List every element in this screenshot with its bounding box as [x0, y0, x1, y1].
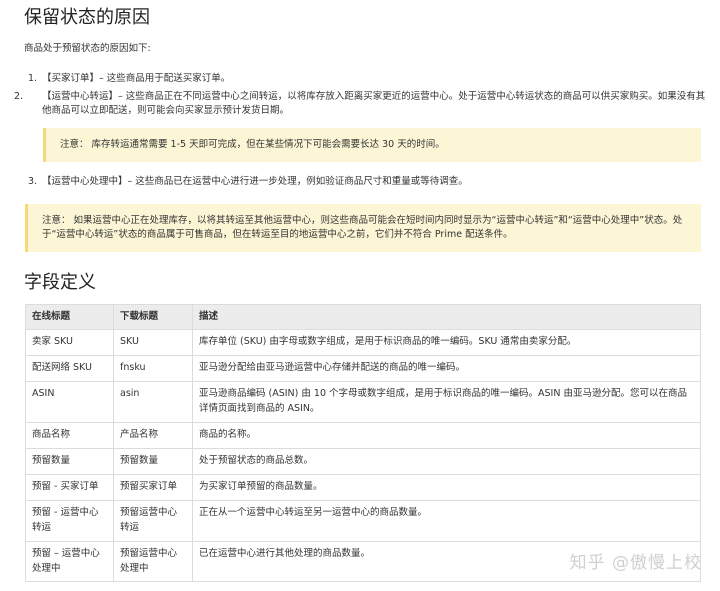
field-definition-table: 在线标题 下载标题 描述 卖家 SKU SKU 库存单位 (SKU) 由字母或数…	[25, 303, 701, 582]
table-cell: 亚马逊分配给由亚马逊运营中心存储并配送的商品的唯一编码。	[192, 355, 701, 383]
watermark: 知乎 @傲慢上校	[569, 553, 702, 573]
table-cell: 预留运营中心处理中	[113, 541, 193, 582]
table-cell: 为买家订单预留的商品数量。	[192, 474, 701, 502]
table-cell: 配送网络 SKU	[25, 355, 114, 383]
column-header: 描述	[192, 303, 701, 331]
list-item: 3. 【运营中心处理中】– 这些商品已在运营中心进行进一步处理，例如验证商品尺寸和…	[28, 175, 708, 189]
note-text: 注意： 库存转运通常需要 1-5 天即可完成，但在某些情况下可能会需要长达 30…	[60, 139, 445, 151]
table-cell: 预留数量	[113, 448, 193, 476]
list-item: 2. 【运营中心转运】– 这些商品正在不同运营中心之间转运，以将库存放入距离买家更…	[14, 90, 708, 118]
note-text: 注意： 如果运营中心正在处理库存，以将其转运至其他运营中心，则这些商品可能会在短…	[42, 215, 683, 240]
table-cell: asin	[113, 381, 193, 424]
table-cell: 预留 - 运营中心转运	[25, 500, 114, 543]
table-cell: 库存单位 (SKU) 由字母或数字组成，是用于标识商品的唯一编码。SKU 通常由…	[192, 329, 701, 357]
intro-text: 商品处于预留状态的原因如下:	[24, 43, 151, 54]
list-item: 1. 【买家订单】– 这些商品用于配送买家订单。	[28, 72, 708, 86]
table-cell: 预留运营中心转运	[113, 500, 193, 543]
list-text: 【运营中心处理中】– 这些商品已在运营中心进行进一步处理，例如验证商品尺寸和重量…	[42, 176, 468, 187]
table-row: 预留 - 运营中心转运 预留运营中心转运 正在从一个运营中心转运至另一运营中心的…	[25, 500, 701, 543]
table-cell: SKU	[113, 329, 193, 357]
table-row: ASIN asin 亚马逊商品编码 (ASIN) 由 10 个字母或数字组成，是…	[25, 381, 701, 424]
table-cell: 亚马逊商品编码 (ASIN) 由 10 个字母或数字组成，是用于标识商品的唯一编…	[192, 381, 701, 424]
table-cell: 预留 - 买家订单	[25, 474, 114, 502]
column-header: 在线标题	[25, 303, 114, 331]
list-text: 【运营中心转运】– 这些商品正在不同运营中心之间转运，以将库存放入距离买家更近的…	[42, 91, 706, 116]
table-cell: 正在从一个运营中心转运至另一运营中心的商品数量。	[192, 500, 701, 543]
table-cell: 卖家 SKU	[25, 329, 114, 357]
table-cell: 处于预留状态的商品总数。	[192, 448, 701, 476]
table-row: 预留数量 预留数量 处于预留状态的商品总数。	[25, 448, 701, 476]
table-cell: ASIN	[25, 381, 114, 424]
note-box: 注意： 库存转运通常需要 1-5 天即可完成，但在某些情况下可能会需要长达 30…	[43, 128, 701, 162]
list-text: 【买家订单】– 这些商品用于配送买家订单。	[42, 73, 231, 84]
table-cell: 预留数量	[25, 448, 114, 476]
list-number: 2.	[14, 91, 24, 102]
table-row: 预留 - 买家订单 预留买家订单 为买家订单预留的商品数量。	[25, 474, 701, 502]
list-number: 1.	[28, 73, 38, 84]
table-cell: 产品名称	[113, 422, 193, 450]
table-row: 配送网络 SKU fnsku 亚马逊分配给由亚马逊运营中心存储并配送的商品的唯一…	[25, 355, 701, 383]
table-row: 卖家 SKU SKU 库存单位 (SKU) 由字母或数字组成，是用于标识商品的唯…	[25, 329, 701, 357]
list-number: 3.	[28, 176, 38, 187]
note-box: 注意： 如果运营中心正在处理库存，以将其转运至其他运营中心，则这些商品可能会在短…	[25, 204, 701, 252]
table-cell: 预留 – 运营中心处理中	[25, 541, 114, 582]
table-cell: 商品的名称。	[192, 422, 701, 450]
section-title-reasons: 保留状态的原因	[24, 7, 150, 28]
table-cell: fnsku	[113, 355, 193, 383]
column-header: 下载标题	[113, 303, 193, 331]
table-cell: 预留买家订单	[113, 474, 193, 502]
table-header-row: 在线标题 下载标题 描述	[25, 303, 701, 331]
table-row: 商品名称 产品名称 商品的名称。	[25, 422, 701, 450]
table-cell: 商品名称	[25, 422, 114, 450]
article: 保留状态的原因 商品处于预留状态的原因如下: 1. 【买家订单】– 这些商品用于配…	[0, 0, 720, 591]
section-title-fields: 字段定义	[24, 272, 96, 293]
